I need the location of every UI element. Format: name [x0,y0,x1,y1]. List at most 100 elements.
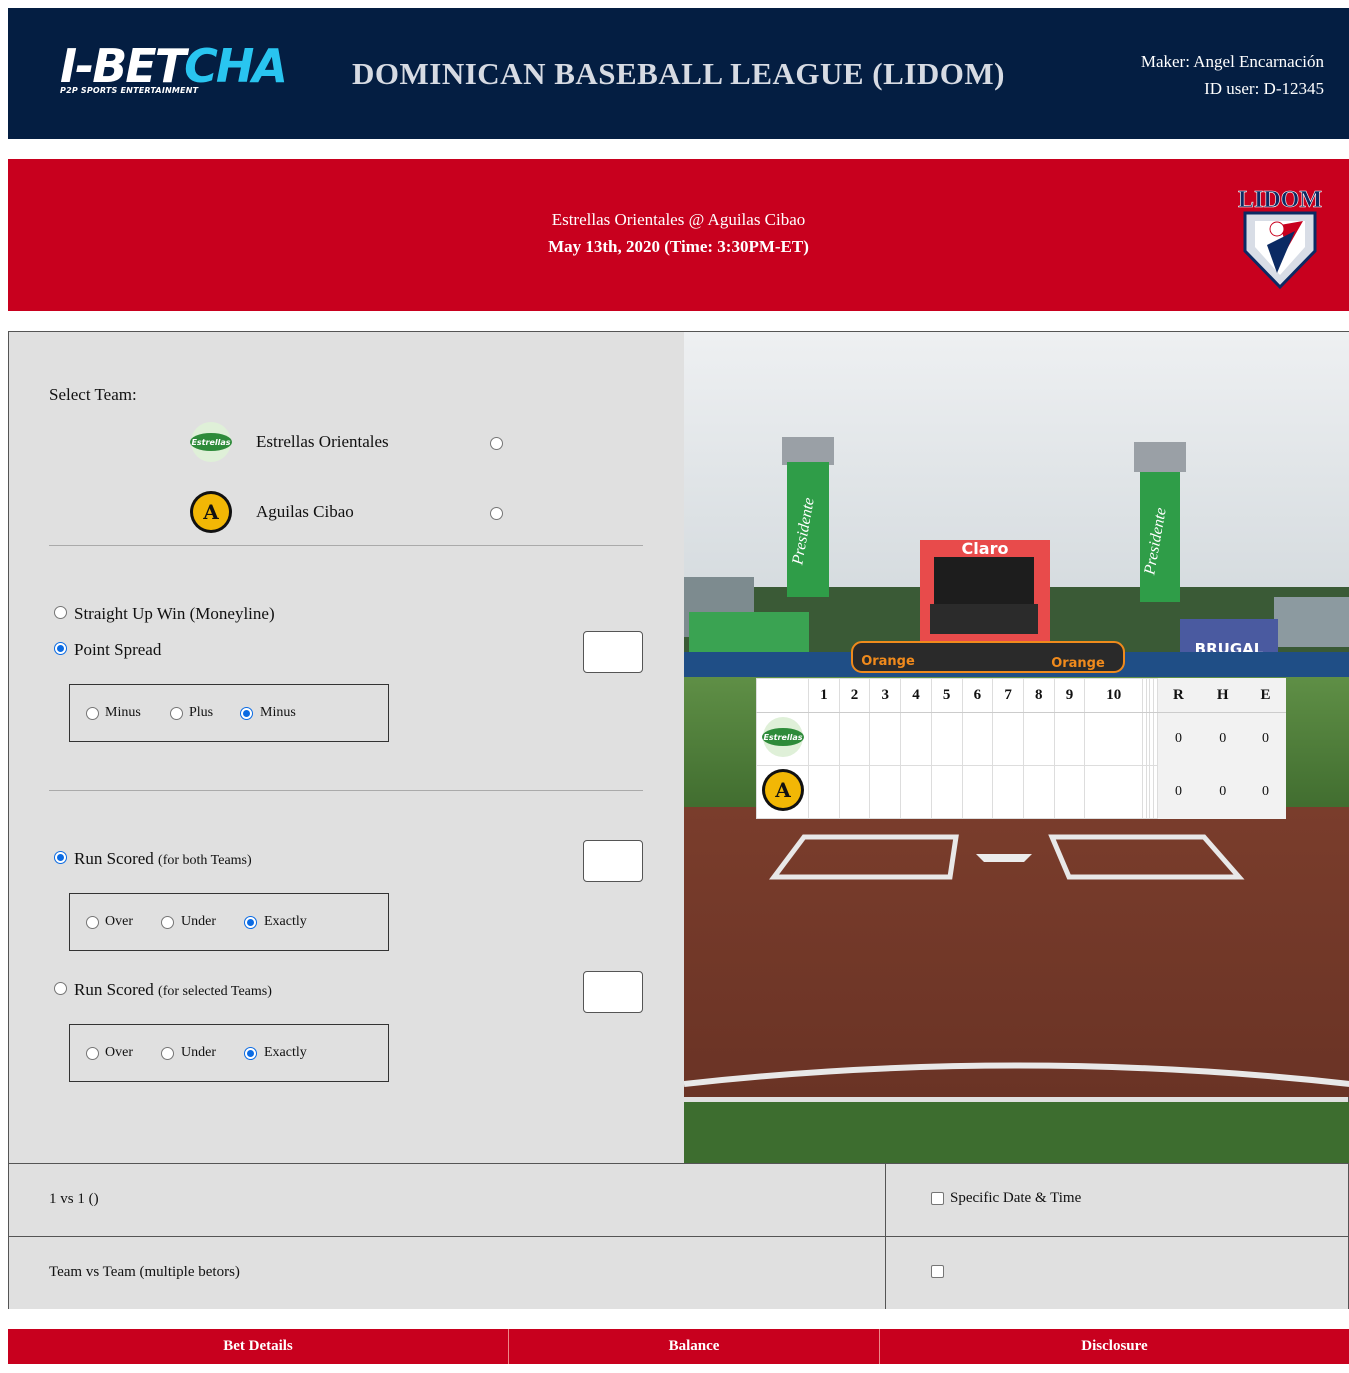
run-both-exactly-radio[interactable] [244,916,257,929]
svg-text:Estrellas: Estrellas [763,733,802,742]
spread-options-box: Minus Plus Minus [69,684,389,742]
inning-7-header: 7 [992,678,1024,713]
inning-cell [869,765,902,819]
svg-text:A: A [202,500,219,524]
moneyline-label: Straight Up Win (Moneyline) [74,604,275,623]
run-scored-selected-note: (for selected Teams) [158,984,272,999]
inning-cell [1053,712,1086,766]
team-name-estrellas: Estrellas Orientales [256,432,389,451]
one-vs-one-cell[interactable]: 1 vs 1 () [9,1163,886,1236]
team-radio-estrellas[interactable] [490,437,503,450]
run-selected-options-box: Over Under Exactly [69,1024,389,1082]
user-info: Maker: Angel Encarnación ID user: D-1234… [1141,48,1324,102]
run-both-over-radio[interactable] [86,916,99,929]
run-both-under-radio[interactable] [161,916,174,929]
footer-tabs: Bet Details Balance Disclosure [8,1329,1349,1364]
runs-value: 0 [1156,765,1201,819]
scoreboard-team-logo: A [756,765,809,819]
aguilas-logo-icon: A [190,491,232,533]
svg-text:Orange: Orange [861,654,915,669]
maker-label: Maker: Angel Encarnación [1140,52,1324,71]
runs-header: R [1156,678,1201,713]
svg-text:Estrellas: Estrellas [191,438,230,447]
svg-text:LIDOM: LIDOM [1238,187,1322,213]
hits-value: 0 [1199,765,1247,819]
inning-cell [869,712,902,766]
run-scored-both-radio[interactable] [54,851,67,864]
team-vs-team-checkbox[interactable] [931,1265,944,1278]
inning-cell [961,712,994,766]
spread-minus-label-2: Minus [260,705,296,720]
svg-text:Claro: Claro [962,539,1009,558]
scoreboard-team-header [756,678,809,713]
team-vs-team-label: Team vs Team (multiple betors) [49,1264,240,1280]
divider [49,545,643,546]
inning-9-header: 9 [1053,678,1086,713]
match-teams: Estrellas Orientales @ Aguilas Cibao [551,210,806,229]
inning-cell [1084,712,1144,766]
inning-10-header: 10 [1084,678,1144,713]
inning-cell [930,765,963,819]
moneyline-radio[interactable] [54,606,67,619]
top-header: I-BETCHA P2P SPORTS ENTERTAINMENT DOMINI… [8,8,1349,139]
team-vs-team-checkbox-cell [886,1236,1348,1309]
run-scored-both-input[interactable] [583,840,643,882]
estrellas-logo-icon: Estrellas [190,422,232,462]
team-radio-aguilas[interactable] [490,507,503,520]
team-vs-team-cell[interactable]: Team vs Team (multiple betors) [9,1236,886,1309]
errors-value: 0 [1245,765,1286,819]
spread-plus-label: Plus [189,705,214,720]
bet-mode-grid: 1 vs 1 () Specific Date & Time Team vs T… [9,1163,1348,1309]
run-selected-under-radio[interactable] [161,1047,174,1060]
specific-date-label: Specific Date & Time [950,1190,1082,1206]
user-id-label: ID user: D-12345 [1204,79,1324,98]
specific-date-cell: Specific Date & Time [886,1163,1348,1236]
one-vs-one-label: 1 vs 1 () [49,1191,99,1207]
inning-cell [838,765,871,819]
inning-cell [1053,765,1086,819]
errors-value: 0 [1245,712,1286,766]
svg-text:Orange: Orange [1051,656,1105,671]
run-selected-exactly-radio[interactable] [244,1047,257,1060]
spread-minus-label: Minus [105,705,141,720]
bet-options-pane: Select Team: Estrellas Estrellas Orienta… [9,332,684,1163]
point-spread-radio[interactable] [54,642,67,655]
run-both-under-label: Under [181,914,216,929]
run-scored-both-note: (for both Teams) [158,853,252,868]
spread-plus-radio[interactable] [170,707,183,720]
inning-cell [992,712,1024,766]
select-team-label: Select Team: [49,385,137,404]
inning-cell [838,712,871,766]
run-both-options-box: Over Under Exactly [69,893,389,951]
tab-bet-details[interactable]: Bet Details [8,1329,508,1364]
inning-5-header: 5 [930,678,963,713]
point-spread-input[interactable] [583,631,643,673]
specific-date-checkbox[interactable] [931,1192,944,1205]
inning-1-header: 1 [808,678,840,713]
tab-balance[interactable]: Balance [509,1329,879,1364]
bet-form-panel: Select Team: Estrellas Estrellas Orienta… [8,331,1349,1309]
inning-cell [808,765,840,819]
run-selected-under-label: Under [181,1045,216,1060]
run-selected-exactly-label: Exactly [264,1045,307,1060]
inning-2-header: 2 [838,678,871,713]
run-scored-selected-radio[interactable] [54,982,67,995]
inning-cell [1084,765,1144,819]
inning-3-header: 3 [869,678,902,713]
run-selected-over-radio[interactable] [86,1047,99,1060]
run-scored-selected-input[interactable] [583,971,643,1013]
match-datetime: May 13th, 2020 (Time: 3:30PM-ET) [548,237,809,256]
tab-disclosure[interactable]: Disclosure [880,1329,1349,1364]
inning-4-header: 4 [900,678,932,713]
inning-8-header: 8 [1022,678,1055,713]
inning-6-header: 6 [961,678,994,713]
spread-minus-radio[interactable] [86,707,99,720]
run-both-exactly-label: Exactly [264,914,307,929]
divider [49,790,643,791]
scoreboard-team-logo: Estrellas [756,712,809,766]
hits-header: H [1199,678,1247,713]
svg-text:A: A [774,778,791,802]
spread-minus-radio-2[interactable] [240,707,253,720]
runs-value: 0 [1156,712,1201,766]
inning-cell [900,765,932,819]
